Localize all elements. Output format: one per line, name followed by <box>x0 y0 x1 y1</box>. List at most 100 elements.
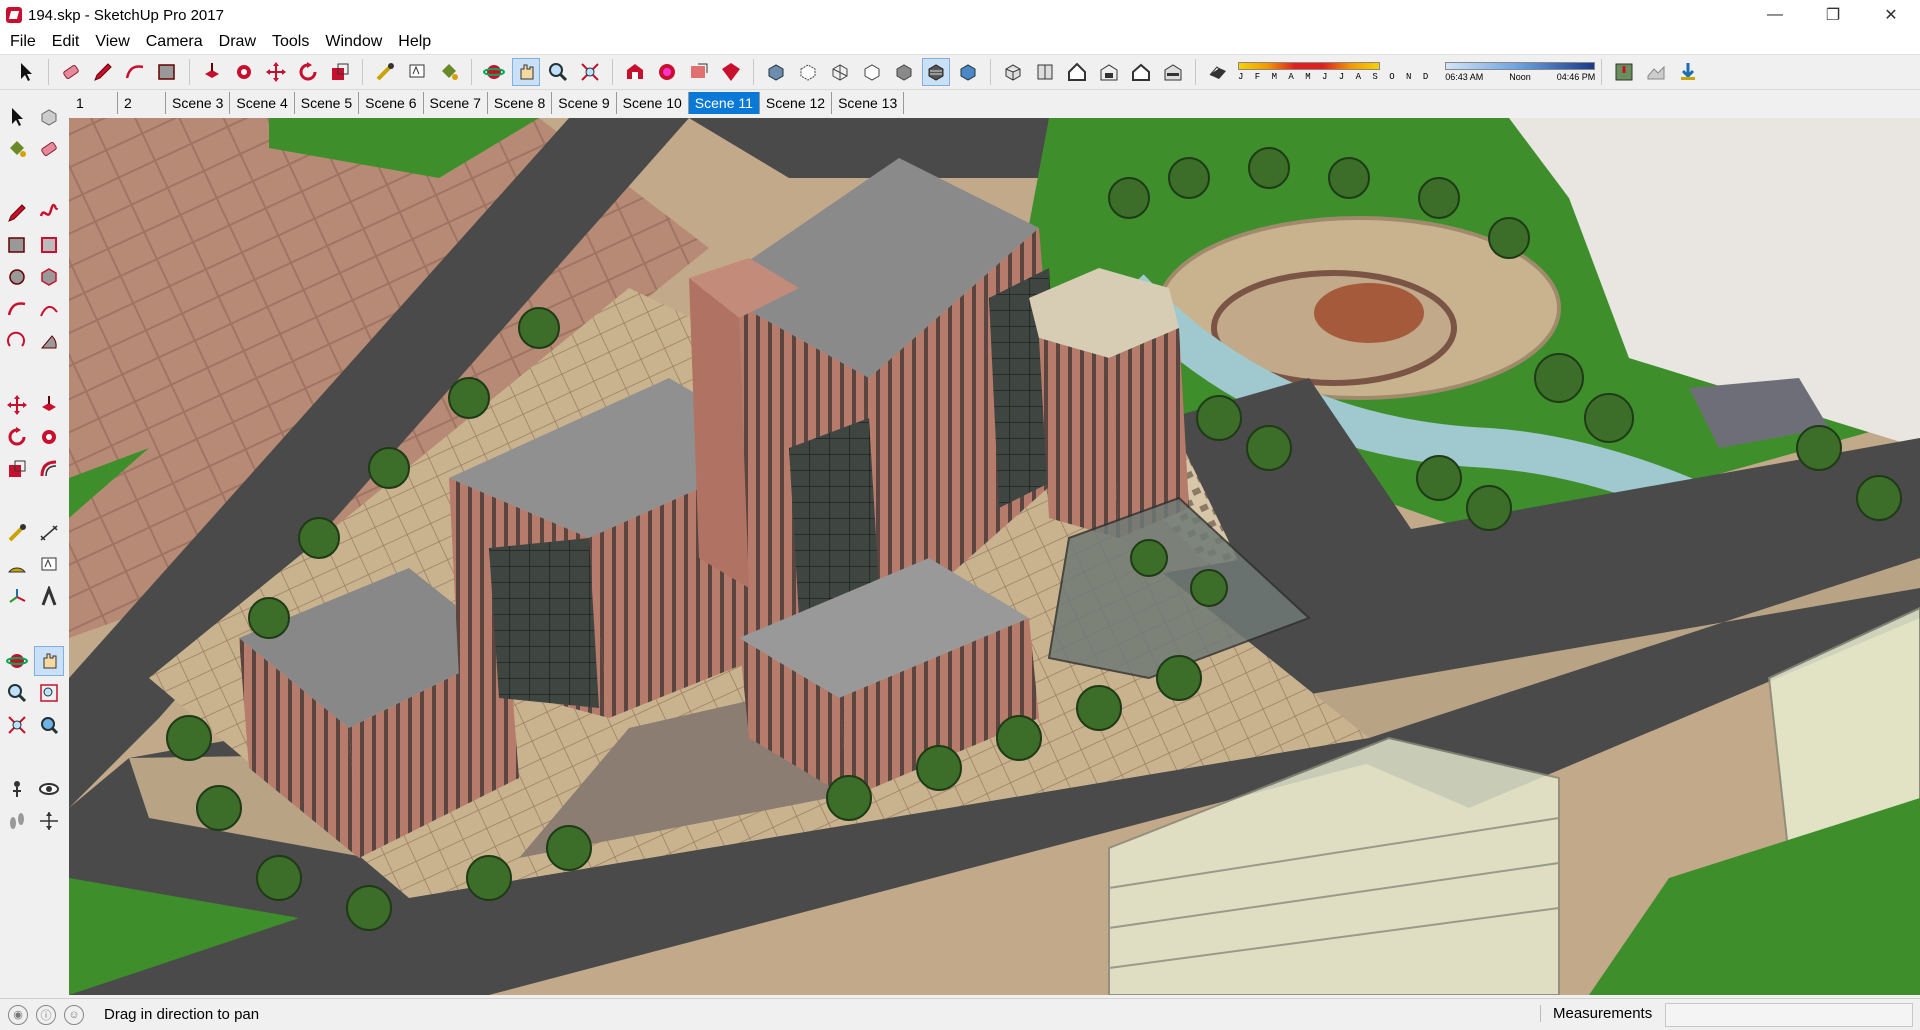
scene-tab-9[interactable]: Scene 9 <box>552 92 617 114</box>
monochrome-style-icon[interactable] <box>954 58 982 86</box>
three-point-arc-icon[interactable] <box>2 326 32 356</box>
tape-measure-tool-icon[interactable] <box>371 58 399 86</box>
text-icon[interactable] <box>34 550 64 580</box>
push-pull-icon[interactable] <box>34 390 64 420</box>
menu-help[interactable]: Help <box>390 30 439 54</box>
scene-tab-2[interactable]: 2 <box>118 92 166 114</box>
shadow-month-slider[interactable]: J F M A M J J A S O N D <box>1238 62 1431 82</box>
front-view-icon[interactable] <box>1063 58 1091 86</box>
extension-warehouse-icon[interactable] <box>717 58 745 86</box>
month-gradient[interactable] <box>1238 62 1380 70</box>
menu-view[interactable]: View <box>87 30 137 54</box>
polygon-icon[interactable] <box>34 262 64 292</box>
orbit-tool-icon[interactable] <box>480 58 508 86</box>
paint-bucket-tool-icon[interactable] <box>435 58 463 86</box>
minimize-button[interactable]: — <box>1746 0 1804 30</box>
axes-icon[interactable] <box>2 582 32 612</box>
add-location-icon[interactable] <box>1610 58 1638 86</box>
line-icon[interactable] <box>2 198 32 228</box>
follow-me-tool-icon[interactable] <box>230 58 258 86</box>
hidden-line-style-icon[interactable] <box>858 58 886 86</box>
paint-bucket-icon[interactable] <box>2 134 32 164</box>
dimension-icon[interactable] <box>34 518 64 548</box>
move-tool-icon[interactable] <box>262 58 290 86</box>
right-view-icon[interactable] <box>1095 58 1123 86</box>
display-shadows-icon[interactable] <box>1204 58 1232 86</box>
wireframe-style-icon[interactable] <box>826 58 854 86</box>
measurements-input[interactable] <box>1665 1003 1913 1027</box>
pan-tool-icon[interactable] <box>512 58 540 86</box>
warehouse-icon[interactable] <box>621 58 649 86</box>
arc-tool-icon[interactable] <box>121 58 149 86</box>
shaded-style-icon[interactable] <box>890 58 918 86</box>
top-view-icon[interactable] <box>1031 58 1059 86</box>
menu-draw[interactable]: Draw <box>211 30 264 54</box>
user-account-icon[interactable]: ☺ <box>64 1004 84 1025</box>
freehand-icon[interactable] <box>34 198 64 228</box>
menu-window[interactable]: Window <box>317 30 390 54</box>
pie-icon[interactable] <box>34 326 64 356</box>
modeling-viewport[interactable] <box>69 118 1920 995</box>
xray-style-icon[interactable] <box>762 58 790 86</box>
rotate-icon[interactable] <box>2 422 32 452</box>
look-around-icon[interactable] <box>34 774 64 804</box>
scene-tab-3[interactable]: Scene 3 <box>166 92 231 114</box>
time-gradient[interactable] <box>1445 62 1596 70</box>
orbit-icon[interactable] <box>2 646 32 676</box>
pencil-tool-icon[interactable] <box>89 58 117 86</box>
menu-file[interactable]: File <box>2 30 44 54</box>
walk-icon[interactable] <box>2 806 32 836</box>
offset-icon[interactable] <box>34 454 64 484</box>
menu-tools[interactable]: Tools <box>264 30 317 54</box>
rectangle-icon[interactable] <box>2 230 32 260</box>
scene-tab-1[interactable]: 1 <box>70 92 118 114</box>
zoom-extents-icon[interactable] <box>2 710 32 740</box>
scene-tab-5[interactable]: Scene 5 <box>295 92 360 114</box>
scene-tab-10[interactable]: Scene 10 <box>617 92 689 114</box>
text-tool-icon[interactable] <box>403 58 431 86</box>
credits-icon[interactable]: ⓘ <box>36 1004 56 1025</box>
eraser-tool-icon[interactable] <box>57 58 85 86</box>
section-plane-icon[interactable] <box>34 806 64 836</box>
scene-tab-13[interactable]: Scene 13 <box>832 92 905 114</box>
scale-tool-icon[interactable] <box>326 58 354 86</box>
select-tool-icon[interactable] <box>12 58 40 86</box>
shaded-textures-style-icon[interactable] <box>922 58 950 86</box>
components-warehouse-icon[interactable] <box>653 58 681 86</box>
rotated-rectangle-icon[interactable] <box>34 230 64 260</box>
scene-tab-12[interactable]: Scene 12 <box>760 92 833 114</box>
pan-icon[interactable] <box>34 646 64 676</box>
rectangle-tool-icon[interactable] <box>153 58 181 86</box>
geolocation-icon[interactable]: ◉ <box>8 1004 28 1025</box>
back-view-icon[interactable] <box>1127 58 1155 86</box>
circle-icon[interactable] <box>2 262 32 292</box>
scale-icon[interactable] <box>2 454 32 484</box>
3d-text-icon[interactable] <box>34 582 64 612</box>
zoom-extents-tool-icon[interactable] <box>576 58 604 86</box>
position-camera-icon[interactable] <box>2 774 32 804</box>
eraser-icon[interactable] <box>34 134 64 164</box>
model-scene[interactable] <box>69 118 1920 995</box>
two-point-arc-icon[interactable] <box>34 294 64 324</box>
push-pull-tool-icon[interactable] <box>198 58 226 86</box>
tape-measure-icon[interactable] <box>2 518 32 548</box>
share-model-icon[interactable] <box>685 58 713 86</box>
select-tool-icon[interactable] <box>2 102 32 132</box>
rotate-tool-icon[interactable] <box>294 58 322 86</box>
close-button[interactable]: ✕ <box>1862 0 1920 30</box>
left-view-icon[interactable] <box>1159 58 1187 86</box>
scene-tab-8[interactable]: Scene 8 <box>488 92 553 114</box>
back-edges-style-icon[interactable] <box>794 58 822 86</box>
restore-button[interactable]: ❐ <box>1804 0 1862 30</box>
toggle-terrain-icon[interactable] <box>1642 58 1670 86</box>
previous-view-icon[interactable] <box>34 710 64 740</box>
shadow-time-slider[interactable]: 06:43 AM Noon 04:46 PM <box>1445 62 1596 82</box>
make-component-icon[interactable] <box>34 102 64 132</box>
arc-icon[interactable] <box>2 294 32 324</box>
scene-tab-11[interactable]: Scene 11 <box>688 92 760 114</box>
move-icon[interactable] <box>2 390 32 420</box>
zoom-tool-icon[interactable] <box>544 58 572 86</box>
protractor-icon[interactable] <box>2 550 32 580</box>
iso-view-icon[interactable] <box>999 58 1027 86</box>
scene-tab-6[interactable]: Scene 6 <box>359 92 424 114</box>
